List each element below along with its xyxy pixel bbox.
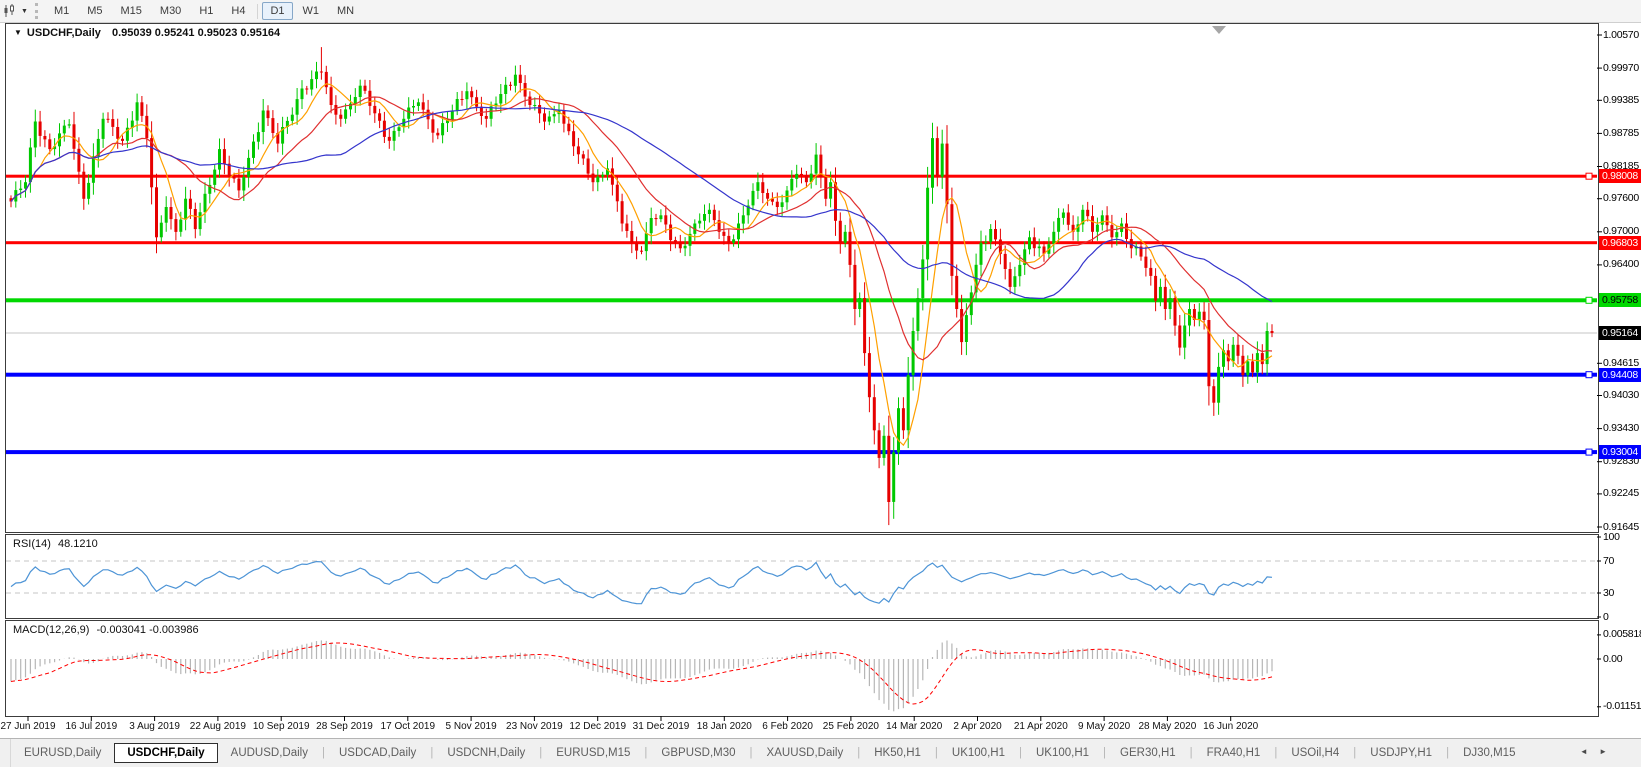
price-axis-tick[interactable]: 0.93430 [1603, 422, 1639, 434]
chart-tab-usdchf-daily[interactable]: USDCHF,Daily [114, 743, 218, 763]
timeframe-button-h1[interactable]: H1 [191, 2, 221, 20]
date-axis-label[interactable]: 3 Aug 2019 [129, 721, 180, 732]
price-axis-tick[interactable]: 0.92245 [1603, 487, 1639, 499]
timeframe-group-separator [257, 3, 259, 19]
price-axis-tick[interactable]: 0.94030 [1603, 389, 1639, 401]
chart-tab-usdcad-daily[interactable]: USDCAD,Daily [326, 744, 429, 762]
timeframe-button-m5[interactable]: M5 [79, 2, 110, 20]
date-axis-label[interactable]: 22 Aug 2019 [190, 721, 246, 732]
chart-tab-eurusd-m15[interactable]: EURUSD,M15 [543, 744, 643, 762]
price-axis-tick[interactable]: 0.96400 [1603, 258, 1639, 270]
price-axis-tick[interactable]: 0.99970 [1603, 62, 1639, 74]
date-axis-label[interactable]: 10 Sep 2019 [253, 721, 310, 732]
date-axis-label[interactable]: 18 Jan 2020 [697, 721, 752, 732]
date-axis-label[interactable]: 16 Jul 2019 [65, 721, 117, 732]
collapse-triangle-icon[interactable]: ▼ [14, 28, 22, 37]
chart-tabs-bar: EURUSD,Daily USDCHF,Daily AUDUSD,Daily | USD… [0, 738, 1641, 767]
date-axis-label[interactable]: 2 Apr 2020 [953, 721, 1001, 732]
timeframe-button-d1[interactable]: D1 [262, 2, 293, 20]
timeframe-button-w1[interactable]: W1 [295, 2, 328, 20]
macd-indicator-values: -0.003041 -0.003986 [96, 624, 199, 636]
macd-axis-tick[interactable]: -0.011514 [1603, 700, 1641, 712]
chart-tab-usdcnh-daily[interactable]: USDCNH,Daily [434, 744, 538, 762]
level-price-badge: 0.94408 [1599, 367, 1641, 382]
price-axis-tick[interactable]: 1.00570 [1603, 29, 1639, 41]
date-axis-label[interactable]: 21 Apr 2020 [1014, 721, 1068, 732]
chart-tab-audusd-daily[interactable]: AUDUSD,Daily [218, 744, 321, 762]
macd-indicator-name: MACD(12,26,9) [13, 624, 90, 636]
chart-tab-uk100-h1[interactable]: UK100,H1 [1023, 744, 1102, 762]
date-axis-label[interactable]: 27 Jun 2019 [0, 721, 55, 732]
chart-tab-xauusd-daily[interactable]: XAUUSD,Daily [754, 744, 857, 762]
timeframe-buttons: M1 M5 M15 M30 H1 H4 D1 W1 MN [45, 2, 363, 20]
chart-tab-usoil-h4[interactable]: USOil,H4 [1278, 744, 1352, 762]
rsi-axis-tick[interactable]: 100 [1603, 531, 1620, 543]
chart-tab-ger30-h1[interactable]: GER30,H1 [1107, 744, 1189, 762]
macd-label: MACD(12,26,9) -0.003041 -0.003986 [13, 624, 199, 636]
chart-type-dropdown-icon[interactable]: ▼ [21, 8, 28, 15]
tabbar-left-edge [0, 739, 11, 767]
rsi-label: RSI(14) 48.1210 [13, 538, 98, 550]
mt4-window: { "toolbar": { "timeframes": ["M1","M5",… [0, 0, 1641, 767]
chart-tab-uk100-h1[interactable]: UK100,H1 [939, 744, 1018, 762]
current-price-badge: 0.95164 [1599, 326, 1641, 340]
chart-tab-eurusd-daily[interactable]: EURUSD,Daily [11, 744, 114, 762]
price-axis-tick[interactable]: 0.99385 [1603, 94, 1639, 106]
macd-panel[interactable]: MACD(12,26,9) -0.003041 -0.003986 [5, 620, 1599, 717]
timeframe-button-mn[interactable]: MN [329, 2, 362, 20]
rsi-axis-tick[interactable]: 0 [1603, 611, 1609, 623]
rsi-axis-tick[interactable]: 70 [1603, 555, 1614, 567]
rsi-panel[interactable]: RSI(14) 48.1210 [5, 534, 1599, 619]
price-chart-panel[interactable]: ▼ USDCHF,Daily 0.95039 0.95241 0.95023 0.… [5, 23, 1599, 533]
chart-symbol-period: USDCHF,Daily [26, 27, 101, 39]
date-axis-label[interactable]: 14 Mar 2020 [886, 721, 942, 732]
level-price-badge: 0.96803 [1599, 235, 1641, 250]
top-toolbar: ▼ M1 M5 M15 M30 H1 H4 D1 W1 MN [0, 0, 1641, 23]
date-axis-label[interactable]: 6 Feb 2020 [762, 721, 813, 732]
timeframe-button-m30[interactable]: M30 [152, 2, 189, 20]
timeframe-button-m1[interactable]: M1 [46, 2, 77, 20]
level-price-badge: 0.98008 [1599, 169, 1641, 184]
date-axis-label[interactable]: 25 Feb 2020 [823, 721, 879, 732]
timeframe-button-m15[interactable]: M15 [113, 2, 150, 20]
rsi-indicator-value: 48.1210 [57, 538, 98, 550]
price-axis-tick[interactable]: 0.98785 [1603, 127, 1639, 139]
rsi-axis-tick[interactable]: 30 [1603, 587, 1614, 599]
chart-tab-fra40-h1[interactable]: FRA40,H1 [1194, 744, 1274, 762]
level-price-badge: 0.93004 [1599, 445, 1641, 460]
date-axis-label[interactable]: 23 Nov 2019 [506, 721, 563, 732]
date-axis-label[interactable]: 12 Dec 2019 [569, 721, 626, 732]
tab-scrollers: ◄ ► [1571, 747, 1607, 756]
date-axis-label[interactable]: 9 May 2020 [1078, 721, 1130, 732]
chart-tab-dj30-m15[interactable]: DJ30,M15 [1450, 744, 1528, 762]
date-axis-label[interactable]: 16 Jun 2020 [1203, 721, 1258, 732]
rsi-indicator-name: RSI(14) [13, 538, 51, 550]
tab-scroll-right-icon[interactable]: ► [1599, 747, 1607, 756]
chart-tab-hk50-h1[interactable]: HK50,H1 [861, 744, 934, 762]
timeframe-button-h4[interactable]: H4 [223, 2, 253, 20]
chart-tab-gbpusd-m30[interactable]: GBPUSD,M30 [648, 744, 748, 762]
chart-ohlc-values: 0.95039 0.95241 0.95023 0.95164 [111, 27, 281, 39]
macd-axis-tick[interactable]: 0.00 [1603, 653, 1623, 665]
chart-title: ▼ USDCHF,Daily 0.95039 0.95241 0.95023 0.… [14, 27, 280, 39]
chart-type-icon[interactable] [3, 4, 19, 18]
tab-scroll-left-icon[interactable]: ◄ [1580, 747, 1588, 756]
toolbar-grip[interactable] [34, 3, 38, 19]
price-axis-tick[interactable]: 0.97600 [1603, 192, 1639, 204]
chart-tab-usdjpy-h1[interactable]: USDJPY,H1 [1357, 744, 1445, 762]
date-axis-label[interactable]: 17 Oct 2019 [381, 721, 435, 732]
level-price-badge: 0.95758 [1599, 293, 1641, 308]
date-axis-label[interactable]: 5 Nov 2019 [446, 721, 497, 732]
macd-axis-tick[interactable]: 0.005818 [1603, 628, 1641, 640]
date-axis-label[interactable]: 31 Dec 2019 [633, 721, 690, 732]
date-axis-label[interactable]: 28 May 2020 [1138, 721, 1196, 732]
date-axis-label[interactable]: 28 Sep 2019 [316, 721, 373, 732]
